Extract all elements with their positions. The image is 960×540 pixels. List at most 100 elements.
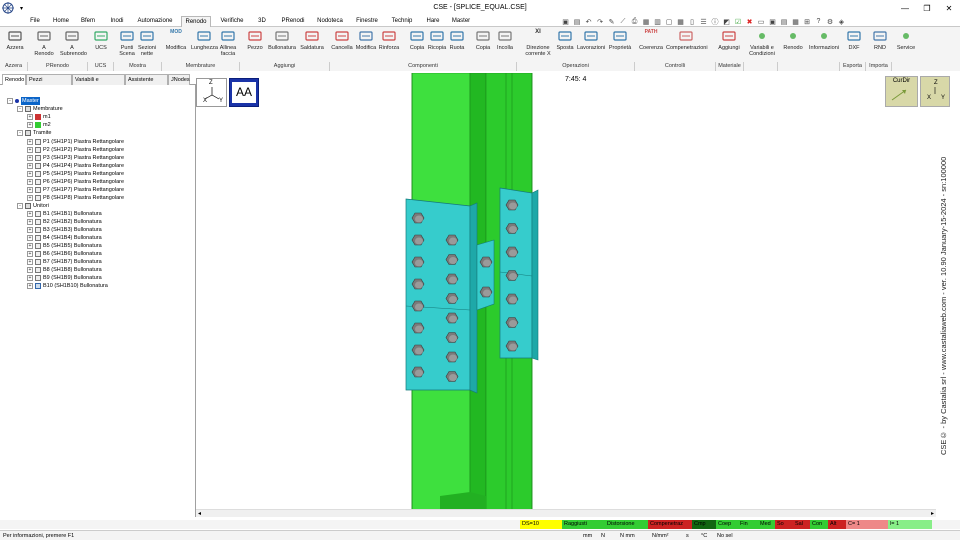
panel-icon[interactable]: ▭ bbox=[757, 17, 766, 26]
axis-gizmo[interactable]: Z X Y bbox=[196, 78, 227, 107]
bolt-head[interactable] bbox=[445, 254, 459, 265]
grid-icon[interactable]: ▦ bbox=[642, 17, 651, 26]
tree-expander-icon[interactable]: - bbox=[17, 203, 23, 209]
3d-viewport[interactable]: Z X Y bbox=[196, 73, 960, 517]
ribbon-button-azzera[interactable]: Azzera bbox=[4, 29, 26, 63]
minimize-button[interactable]: — bbox=[894, 0, 916, 16]
ribbon-button-lunghezza[interactable]: Lunghezza bbox=[191, 29, 218, 63]
tab-hare[interactable]: Hare bbox=[423, 16, 443, 27]
bolt-head[interactable] bbox=[411, 366, 425, 378]
tree-expander-icon[interactable]: + bbox=[27, 251, 33, 257]
bolt-head[interactable] bbox=[411, 212, 425, 224]
bolt-head[interactable] bbox=[505, 223, 519, 234]
pencil-icon[interactable]: ✎ bbox=[607, 17, 616, 26]
tree-expander-icon[interactable]: + bbox=[27, 283, 33, 289]
tree-node[interactable]: + B10 (SH1B10) Bullonatura bbox=[27, 282, 108, 290]
bolt-head[interactable] bbox=[479, 256, 493, 268]
tree-node[interactable]: + B9 (SH1B9) Bullonatura bbox=[27, 274, 102, 282]
tree-expander-icon[interactable]: + bbox=[27, 171, 33, 177]
tree-node[interactable]: + P1 (SH1P1) Piastra Rettangolare bbox=[27, 138, 124, 146]
ribbon-button-propriet[interactable]: Proprietà bbox=[607, 29, 633, 63]
window-icon[interactable]: ▢ bbox=[665, 17, 674, 26]
ribbon-button-variabili-e-condizioni[interactable]: Variabili e Condizioni bbox=[746, 29, 778, 63]
tab-nodoteca[interactable]: Nodoteca bbox=[314, 16, 346, 27]
tree-expander-icon[interactable]: + bbox=[27, 211, 33, 217]
ribbon-button-cancella[interactable]: Cancella bbox=[331, 29, 353, 63]
print-icon[interactable]: ⎙ bbox=[630, 17, 639, 26]
bolt-head[interactable] bbox=[411, 256, 425, 268]
tree-node[interactable]: - Tramite bbox=[17, 129, 51, 137]
list-icon[interactable]: ☰ bbox=[699, 17, 708, 26]
tree-node[interactable]: + B1 (SH1B1) Bullonatura bbox=[27, 210, 102, 218]
ribbon-button-punti-scena[interactable]: Punti Scena bbox=[118, 29, 136, 63]
pin-icon[interactable]: ◈ bbox=[837, 17, 846, 26]
view-orientation-box[interactable]: Z X Y bbox=[920, 76, 950, 107]
tree-expander-icon[interactable]: + bbox=[27, 139, 33, 145]
ribbon-button-lavorazioni[interactable]: Lavorazioni bbox=[577, 29, 605, 63]
ribbon-button-coerenza[interactable]: PATH Coerenza bbox=[638, 29, 664, 63]
bolt-head[interactable] bbox=[411, 322, 425, 334]
bolt-head[interactable] bbox=[411, 234, 425, 246]
ribbon-button-rnd[interactable]: RND bbox=[871, 29, 889, 63]
bolt-head[interactable] bbox=[445, 371, 459, 382]
ribbon-button-dxf[interactable]: DXF bbox=[844, 29, 864, 63]
tree-node[interactable]: - Membrature bbox=[17, 105, 63, 113]
flange-plate-left[interactable] bbox=[405, 198, 471, 391]
tree-expander-icon[interactable]: + bbox=[27, 219, 33, 225]
tree-node[interactable]: + P7 (SH1P7) Piastra Rettangolare bbox=[27, 186, 124, 194]
tree-expander-icon[interactable]: + bbox=[27, 179, 33, 185]
bolt-head[interactable] bbox=[505, 293, 519, 305]
tab-master[interactable]: Master bbox=[450, 16, 472, 27]
tree-node[interactable]: - Master bbox=[7, 97, 40, 105]
color-icon[interactable]: ◩ bbox=[722, 17, 731, 26]
restore-button[interactable]: ❐ bbox=[916, 0, 938, 16]
bolt-head[interactable] bbox=[445, 312, 459, 324]
left-tab-variabili-e-condizioni[interactable]: Variabili e condizioni bbox=[72, 74, 125, 94]
tree-expander-icon[interactable]: + bbox=[27, 243, 33, 249]
bolt-head[interactable] bbox=[505, 340, 519, 352]
ribbon-button-ruota[interactable]: Ruota bbox=[447, 29, 467, 63]
ribbon-button-aggiungi[interactable]: Aggiungi bbox=[716, 29, 742, 63]
tab-file[interactable]: File bbox=[27, 16, 43, 27]
tree-expander-icon[interactable]: + bbox=[27, 235, 33, 241]
tree-expander-icon[interactable]: + bbox=[27, 155, 33, 161]
tree-expander-icon[interactable]: + bbox=[27, 114, 33, 120]
tab-finestre[interactable]: Finestre bbox=[352, 16, 382, 27]
table2-icon[interactable]: ▦ bbox=[791, 17, 800, 26]
tree-node[interactable]: + m2 bbox=[27, 121, 51, 129]
splice-model-svg[interactable] bbox=[196, 73, 960, 517]
save-icon[interactable]: ▣ bbox=[561, 17, 570, 26]
checkbox-icon[interactable]: ☑ bbox=[734, 17, 743, 26]
ribbon-button-saldatura[interactable]: Saldatura bbox=[299, 29, 325, 63]
tree-expander-icon[interactable]: + bbox=[27, 227, 33, 233]
save-all-icon[interactable]: ▤ bbox=[573, 17, 582, 26]
tree-node[interactable]: + B8 (SH1B8) Bullonatura bbox=[27, 266, 102, 274]
curdir-box[interactable]: CurDir bbox=[885, 76, 918, 107]
ruler-icon[interactable]: ⟋ bbox=[619, 17, 628, 26]
tree-node[interactable]: + P8 (SH1P8) Piastra Rettangolare bbox=[27, 194, 124, 202]
ribbon-button-renodo[interactable]: Renodo bbox=[781, 29, 805, 63]
ribbon-button-incolla[interactable]: Incolla bbox=[496, 29, 514, 63]
ribbon-button-copia[interactable]: Copia bbox=[408, 29, 426, 63]
ribbon-button-bullonatura[interactable]: Bullonatura bbox=[268, 29, 296, 63]
tree-node[interactable]: + P6 (SH1P6) Piastra Rettangolare bbox=[27, 178, 124, 186]
left-tab-assistente[interactable]: Assistente bbox=[125, 74, 168, 85]
ribbon-button-modifica[interactable]: MOD Modifica bbox=[164, 29, 188, 63]
info-icon[interactable]: ⓘ bbox=[711, 17, 720, 26]
bolt-head[interactable] bbox=[505, 199, 519, 211]
bolt-head[interactable] bbox=[445, 293, 459, 304]
tree-expander-icon[interactable]: + bbox=[27, 147, 33, 153]
table-icon[interactable]: ▦ bbox=[676, 17, 685, 26]
bolt-head[interactable] bbox=[411, 344, 425, 356]
bolt-head[interactable] bbox=[505, 317, 519, 328]
ribbon-button-modifica[interactable]: Modifica bbox=[355, 29, 377, 63]
tab-bfem[interactable]: Bfem bbox=[77, 16, 99, 27]
undo-icon[interactable]: ↶ bbox=[584, 17, 593, 26]
left-tab-pezzi-selezionati[interactable]: Pezzi selezionati bbox=[26, 74, 72, 94]
bolt-head[interactable] bbox=[411, 300, 425, 312]
ribbon-button-ucs[interactable]: UCS bbox=[92, 29, 110, 63]
tree-expander-icon[interactable]: + bbox=[27, 275, 33, 281]
bolt-head[interactable] bbox=[505, 246, 519, 258]
web-plate[interactable] bbox=[476, 239, 495, 311]
ribbon-button-a-subrenodo[interactable]: A Subrenodo bbox=[60, 29, 87, 63]
